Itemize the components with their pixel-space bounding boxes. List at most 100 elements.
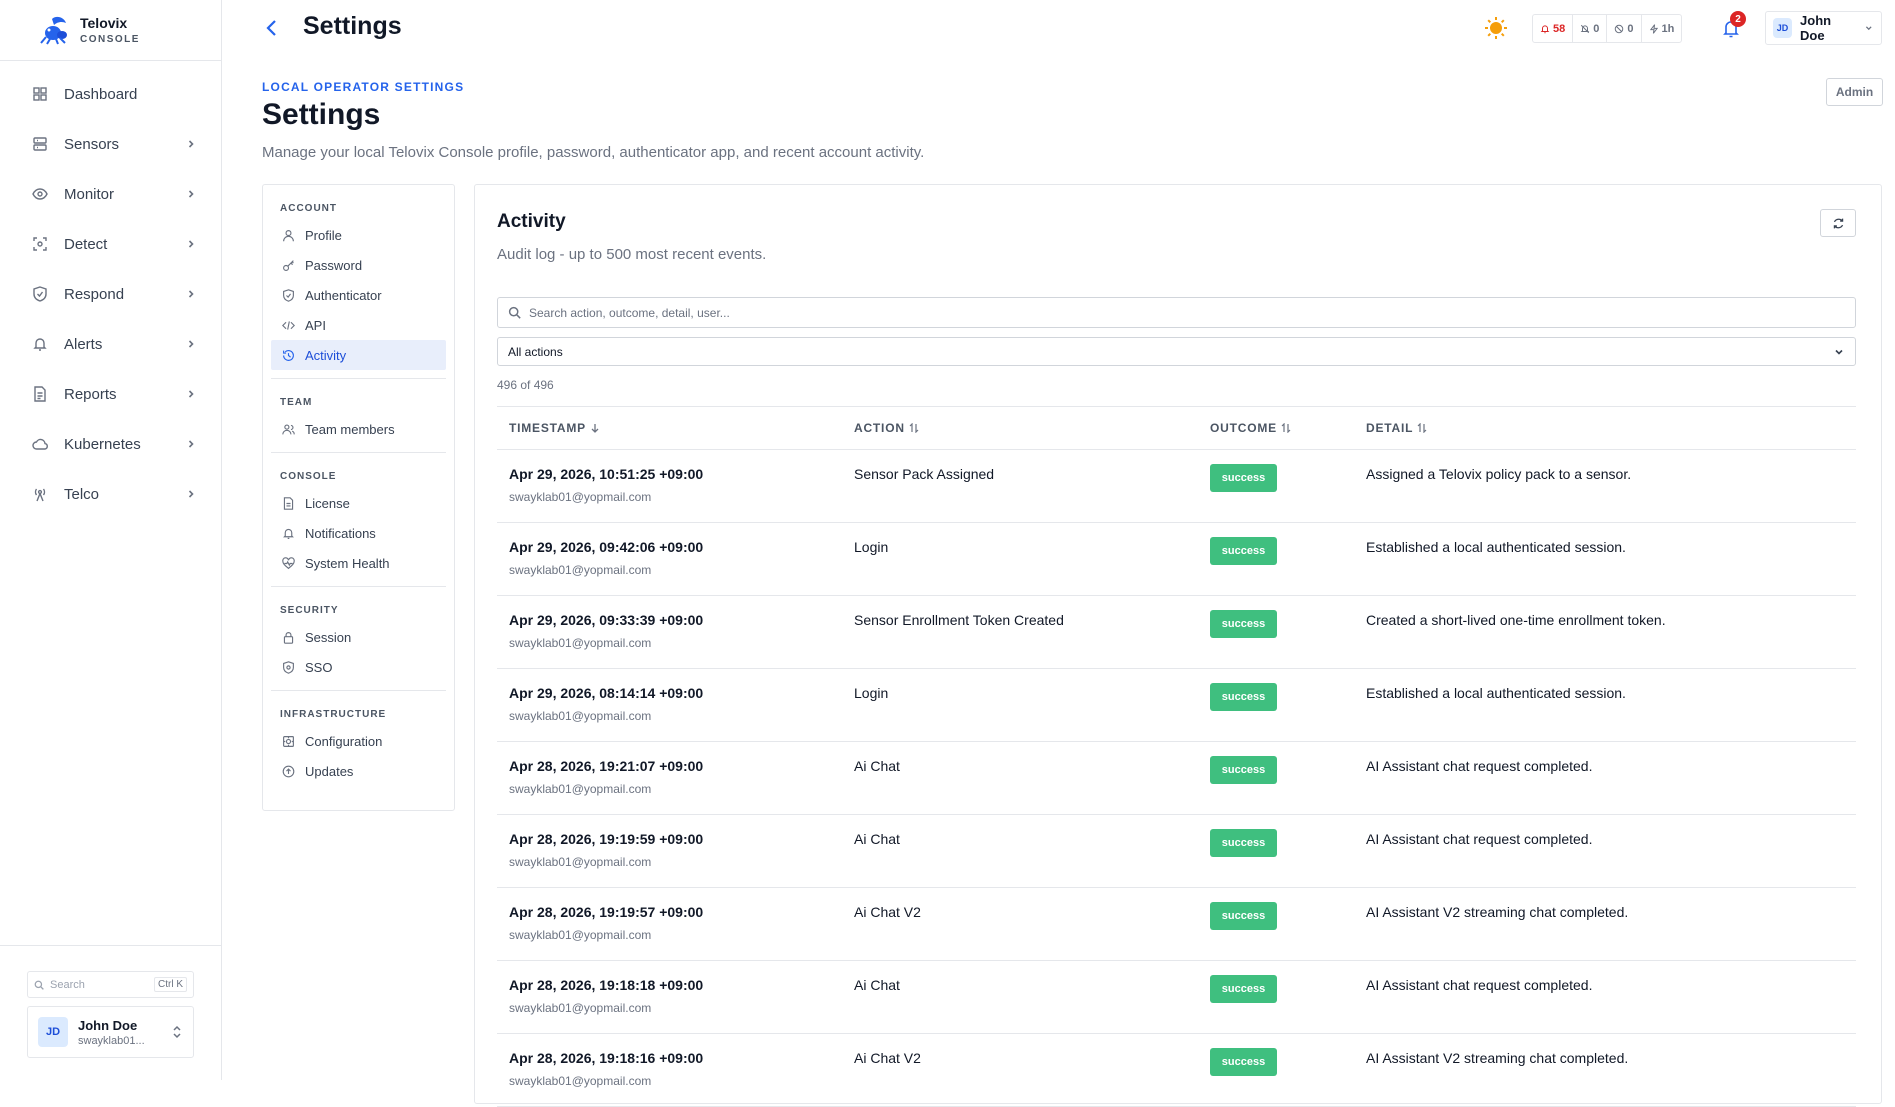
settings-item-configuration[interactable]: Configuration bbox=[271, 726, 446, 756]
sidebar-item-dashboard[interactable]: Dashboard bbox=[0, 69, 221, 119]
row-detail: Established a local authenticated sessio… bbox=[1366, 539, 1626, 555]
bell-icon bbox=[1540, 24, 1550, 33]
stat-muted-value: 0 bbox=[1593, 22, 1600, 35]
sidebar-search[interactable]: Search Ctrl K bbox=[27, 971, 194, 998]
column-header-outcome[interactable]: OUTCOME bbox=[1210, 421, 1291, 435]
table-row[interactable]: Apr 28, 2026, 19:19:57 +09:00 swayklab01@… bbox=[497, 888, 1856, 961]
settings-item-label: License bbox=[305, 495, 350, 511]
chevron-right-icon bbox=[188, 340, 194, 348]
stat-blocked[interactable]: 0 bbox=[1607, 15, 1642, 42]
sidebar-search-placeholder: Search bbox=[50, 978, 85, 991]
row-detail: AI Assistant V2 streaming chat completed… bbox=[1366, 904, 1629, 920]
sidebar-item-label: Monitor bbox=[64, 185, 115, 203]
status-badge: success bbox=[1210, 975, 1277, 1003]
table-row[interactable]: Apr 29, 2026, 09:42:06 +09:00 swayklab01@… bbox=[497, 523, 1856, 596]
settings-item-activity[interactable]: Activity bbox=[271, 340, 446, 370]
sidebar-item-telco[interactable]: Telco bbox=[0, 469, 221, 519]
status-badge: success bbox=[1210, 1048, 1277, 1076]
chevron-right-icon bbox=[188, 140, 194, 148]
stat-alerts[interactable]: 58 bbox=[1533, 15, 1574, 42]
table-row[interactable]: Apr 29, 2026, 08:14:14 +09:00 swayklab01@… bbox=[497, 669, 1856, 742]
sidebar-item-detect[interactable]: Detect bbox=[0, 219, 221, 269]
settings-item-label: System Health bbox=[305, 555, 390, 571]
settings-item-label: Team members bbox=[305, 421, 395, 437]
topbar-title: Settings bbox=[303, 12, 402, 40]
table-row[interactable]: Apr 28, 2026, 19:21:07 +09:00 swayklab01@… bbox=[497, 742, 1856, 815]
telovix-logo-icon bbox=[38, 15, 70, 45]
sort-icon bbox=[909, 423, 919, 433]
row-action: Sensor Pack Assigned bbox=[854, 466, 995, 482]
notification-count-badge: 2 bbox=[1730, 11, 1746, 27]
document-icon bbox=[283, 496, 294, 510]
user-name: John Doe bbox=[78, 1017, 138, 1033]
settings-item-sso[interactable]: SSO bbox=[271, 652, 446, 682]
column-header-label: OUTCOME bbox=[1210, 421, 1277, 435]
sidebar-item-alerts[interactable]: Alerts bbox=[0, 319, 221, 369]
status-badge: success bbox=[1210, 756, 1277, 784]
user-menu-button[interactable]: JD John Doe bbox=[1765, 11, 1882, 45]
settings-item-license[interactable]: License bbox=[271, 488, 446, 518]
settings-item-password[interactable]: Password bbox=[271, 250, 446, 280]
row-action: Ai Chat bbox=[854, 758, 900, 774]
status-badge: success bbox=[1210, 829, 1277, 857]
row-action: Ai Chat V2 bbox=[854, 904, 921, 920]
sidebar-item-label: Alerts bbox=[64, 335, 103, 353]
table-row[interactable]: Apr 29, 2026, 10:51:25 +09:00 swayklab01@… bbox=[497, 450, 1856, 523]
settings-group-team: TEAM Team members bbox=[271, 387, 446, 453]
row-user: swayklab01@yopmail.com bbox=[509, 782, 652, 796]
sort-icon bbox=[1417, 423, 1427, 433]
table-row[interactable]: Apr 28, 2026, 19:19:59 +09:00 swayklab01@… bbox=[497, 815, 1856, 888]
settings-item-system-health[interactable]: System Health bbox=[271, 548, 446, 578]
settings-item-notifications[interactable]: Notifications bbox=[271, 518, 446, 548]
table-row[interactable]: Apr 28, 2026, 19:18:18 +09:00 swayklab01@… bbox=[497, 961, 1856, 1034]
brand[interactable]: Telovix CONSOLE bbox=[0, 0, 221, 61]
row-user: swayklab01@yopmail.com bbox=[509, 709, 652, 723]
shield-icon bbox=[33, 286, 47, 302]
settings-group-heading: TEAM bbox=[280, 397, 313, 408]
grid-icon bbox=[33, 87, 47, 101]
table-row[interactable]: Apr 29, 2026, 09:33:39 +09:00 swayklab01@… bbox=[497, 596, 1856, 669]
activity-search-input[interactable] bbox=[529, 305, 1855, 320]
sidebar-item-respond[interactable]: Respond bbox=[0, 269, 221, 319]
settings-item-authenticator[interactable]: Authenticator bbox=[271, 280, 446, 310]
settings-group-infrastructure: INFRASTRUCTURE Configuration Updates bbox=[271, 699, 446, 794]
activity-panel: Activity Audit log - up to 500 most rece… bbox=[474, 184, 1882, 1107]
table-row[interactable]: Apr 28, 2026, 19:18:16 +09:00 swayklab01@… bbox=[497, 1034, 1856, 1107]
sidebar-user-card[interactable]: JD John Doe swayklab01... bbox=[27, 1006, 194, 1058]
sidebar-item-sensors[interactable]: Sensors bbox=[0, 119, 221, 169]
user-menu-name: John Doe bbox=[1800, 13, 1832, 43]
sidebar-item-label: Dashboard bbox=[64, 85, 138, 103]
settings-item-api[interactable]: API bbox=[271, 310, 446, 340]
column-header-detail[interactable]: DETAIL bbox=[1366, 421, 1427, 435]
row-user: swayklab01@yopmail.com bbox=[509, 563, 652, 577]
row-detail: AI Assistant V2 streaming chat completed… bbox=[1366, 1050, 1629, 1066]
back-button[interactable] bbox=[264, 17, 280, 39]
column-header-timestamp[interactable]: TIMESTAMP bbox=[509, 421, 600, 435]
settings-item-session[interactable]: Session bbox=[271, 622, 446, 652]
theme-toggle-button[interactable] bbox=[1484, 16, 1508, 40]
settings-item-label: Notifications bbox=[305, 525, 376, 541]
sidebar-item-reports[interactable]: Reports bbox=[0, 369, 221, 419]
file-icon bbox=[34, 386, 46, 402]
history-icon bbox=[283, 349, 294, 361]
settings-item-updates[interactable]: Updates bbox=[271, 756, 446, 786]
column-header-action[interactable]: ACTION bbox=[854, 421, 919, 435]
action-filter-select[interactable]: All actions bbox=[497, 337, 1856, 366]
page-title: Settings bbox=[262, 98, 381, 131]
sidebar-item-monitor[interactable]: Monitor bbox=[0, 169, 221, 219]
role-badge: Admin bbox=[1826, 78, 1883, 106]
stat-muted[interactable]: 0 bbox=[1573, 15, 1608, 42]
scan-icon bbox=[33, 237, 47, 251]
stat-window[interactable]: 1h bbox=[1642, 15, 1682, 42]
row-action: Sensor Enrollment Token Created bbox=[854, 612, 1064, 628]
ban-icon bbox=[1615, 24, 1624, 33]
status-stats[interactable]: 58 0 0 1h bbox=[1532, 14, 1683, 43]
heart-pulse-icon bbox=[282, 556, 295, 569]
refresh-button[interactable] bbox=[1820, 209, 1856, 237]
settings-item-team-members[interactable]: Team members bbox=[271, 414, 446, 444]
refresh-icon bbox=[1833, 218, 1843, 228]
sidebar-item-kubernetes[interactable]: Kubernetes bbox=[0, 419, 221, 469]
shield-check-icon bbox=[283, 288, 294, 302]
settings-item-label: Session bbox=[305, 629, 352, 645]
settings-item-profile[interactable]: Profile bbox=[271, 220, 446, 250]
